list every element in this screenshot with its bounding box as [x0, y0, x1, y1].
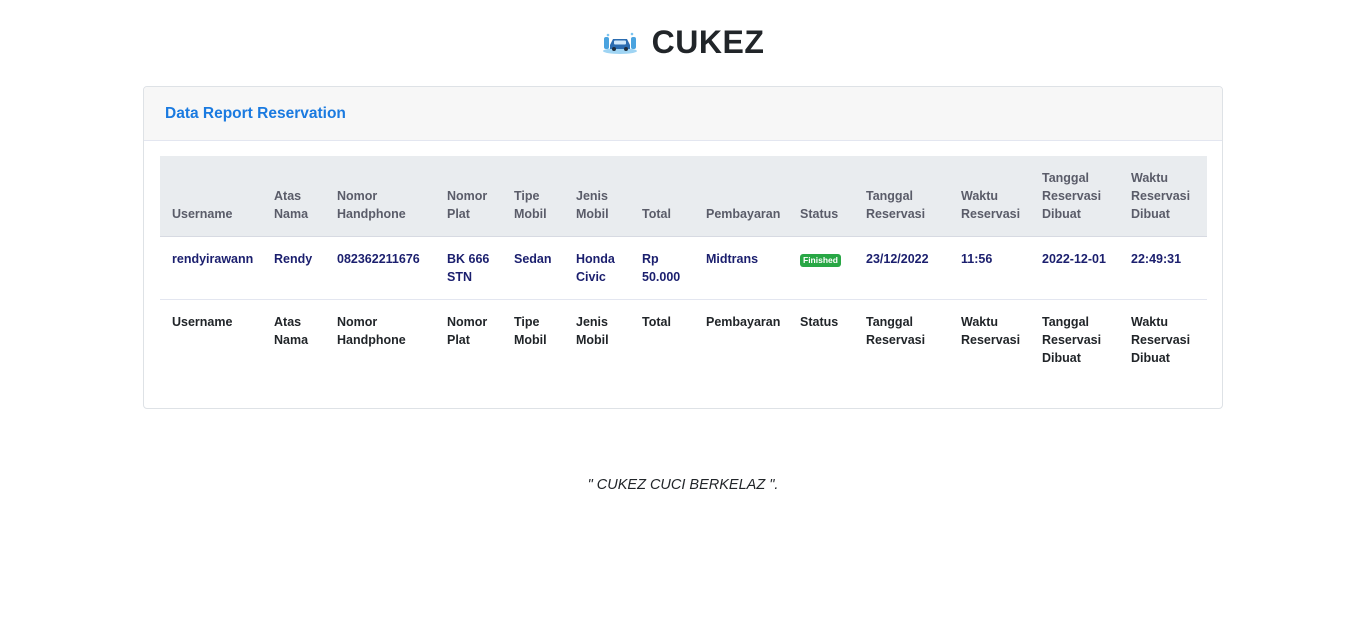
footer-jenis-mobil: Jenis Mobil — [576, 314, 609, 347]
footer-username: Username — [172, 314, 233, 329]
cell-total: Rp 50.000 — [630, 236, 694, 300]
cell-username: rendyirawann — [160, 236, 262, 300]
column-header-status[interactable]: Status — [788, 156, 854, 237]
footer-nomor-handphone: Nomor Handphone — [337, 314, 406, 347]
table-row: rendyirawann Rendy 082362211676 BK 666 S… — [160, 236, 1207, 300]
cell-tanggal-dibuat: 2022-12-01 — [1030, 236, 1119, 300]
column-header-waktu-reservasi[interactable]: Waktu Reservasi — [949, 156, 1030, 237]
column-header-nomor-handphone[interactable]: Nomor Handphone — [325, 156, 435, 237]
footer-atas-nama: Atas Nama — [274, 314, 309, 347]
reservation-table: Username Atas Nama Nomor Handphone Nomor… — [160, 156, 1207, 367]
column-header-atas-nama[interactable]: Atas Nama — [262, 156, 325, 237]
footer-quote: " CUKEZ CUCI BERKELAZ ". — [587, 477, 779, 493]
table-header: Username Atas Nama Nomor Handphone Nomor… — [160, 156, 1207, 237]
table-footer: Username Atas Nama Nomor Handphone Nomor… — [160, 299, 1207, 367]
cell-waktu-reservasi: 11:56 — [949, 236, 1030, 300]
cell-nomor-handphone: 082362211676 — [325, 236, 435, 300]
reservation-table-container: Username Atas Nama Nomor Handphone Nomor… — [160, 156, 1207, 367]
cell-jenis-mobil: Honda Civic — [564, 236, 630, 300]
cell-tipe-mobil: Sedan — [502, 236, 564, 300]
column-header-tanggal-reservasi[interactable]: Tanggal Reservasi — [854, 156, 949, 237]
footer-row: Username Atas Nama Nomor Handphone Nomor… — [160, 299, 1207, 367]
column-header-username[interactable]: Username — [160, 156, 262, 237]
car-wash-icon — [602, 32, 637, 54]
footer-total: Total — [642, 314, 671, 329]
brand-name: CUKEZ — [651, 24, 765, 60]
footer-status: Status — [800, 314, 839, 329]
cell-pembayaran: Midtrans — [694, 236, 788, 300]
footer-waktu-reservasi: Waktu Reservasi — [961, 314, 1021, 347]
column-header-jenis-mobil[interactable]: Jenis Mobil — [564, 156, 630, 237]
column-header-waktu-dibuat[interactable]: Waktu Reservasi Dibuat — [1119, 156, 1207, 237]
brand-header: CUKEZ — [0, 24, 1366, 61]
header-row: Username Atas Nama Nomor Handphone Nomor… — [160, 156, 1207, 237]
footer-tipe-mobil: Tipe Mobil — [514, 314, 547, 347]
report-card: Data Report Reservation Username Atas Na… — [143, 86, 1223, 409]
cell-atas-nama: Rendy — [262, 236, 325, 300]
status-badge: Finished — [800, 253, 841, 267]
column-header-nomor-plat[interactable]: Nomor Plat — [435, 156, 502, 237]
column-header-tanggal-dibuat[interactable]: Tanggal Reservasi Dibuat — [1030, 156, 1119, 237]
footer-tanggal-reservasi: Tanggal Reservasi — [866, 314, 926, 347]
footer-pembayaran: Pembayaran — [706, 314, 781, 329]
cell-waktu-dibuat: 22:49:31 — [1119, 236, 1207, 300]
card-header: Data Report Reservation — [144, 87, 1222, 141]
column-header-pembayaran[interactable]: Pembayaran — [694, 156, 788, 237]
column-header-total[interactable]: Total — [630, 156, 694, 237]
footer-waktu-dibuat: Waktu Reservasi Dibuat — [1131, 314, 1191, 365]
table-body: rendyirawann Rendy 082362211676 BK 666 S… — [160, 236, 1207, 300]
cell-tanggal-reservasi: 23/12/2022 — [854, 236, 949, 300]
footer-nomor-plat: Nomor Plat — [447, 314, 488, 347]
cell-status: Finished — [788, 236, 854, 300]
cell-nomor-plat: BK 666 STN — [435, 236, 502, 300]
footer-tanggal-dibuat: Tanggal Reservasi Dibuat — [1042, 314, 1102, 365]
column-header-tipe-mobil[interactable]: Tipe Mobil — [502, 156, 564, 237]
card-title: Data Report Reservation — [165, 104, 346, 122]
